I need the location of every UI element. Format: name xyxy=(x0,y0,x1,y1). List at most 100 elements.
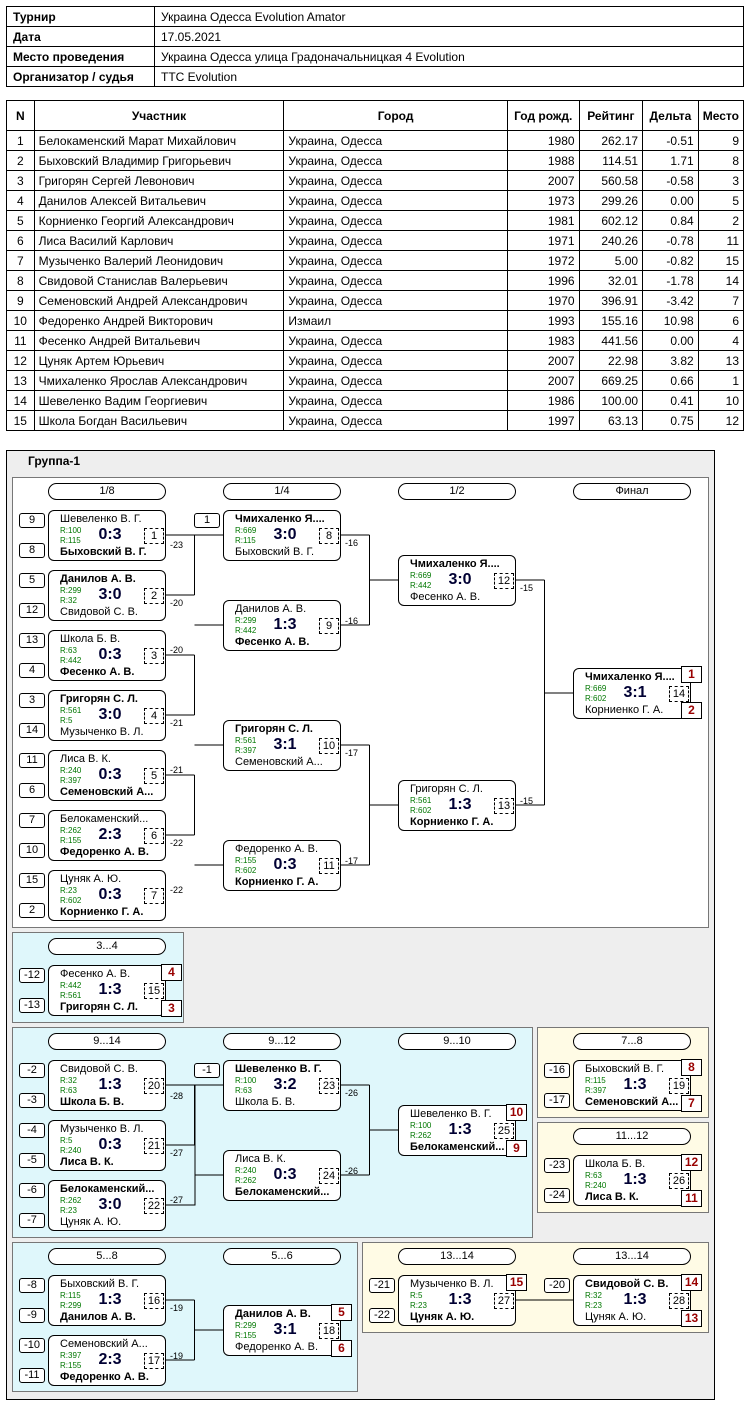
table-cell: 560.58 xyxy=(578,170,644,191)
player-rating: R:115 xyxy=(60,536,81,545)
group-title: Группа-1 xyxy=(28,454,81,468)
match-score: 1:3 xyxy=(623,1171,647,1188)
table-row: 8 Свидовой Станислав Валерьевич Украина, О… xyxy=(6,270,745,291)
table-cell: 3.82 xyxy=(642,350,699,371)
table-cell: 12 xyxy=(6,350,35,371)
seed-box: -8 xyxy=(19,1278,45,1293)
player-name: Григорян С. Л. xyxy=(410,783,483,795)
table-cell: Цуняк Артем Юрьевич xyxy=(33,350,285,371)
player-rating: R:669 xyxy=(235,526,257,535)
place-badge: 14 xyxy=(681,1274,702,1291)
player-name: Федоренко А. В. xyxy=(60,1371,149,1383)
table-cell: 100.00 xyxy=(578,390,644,411)
info-row: Дата 17.05.2021 xyxy=(6,26,744,47)
match-score: 3:0 xyxy=(98,586,122,603)
match-score: 3:0 xyxy=(98,706,122,723)
loser-label: -27 xyxy=(170,1195,184,1205)
table-cell: 299.26 xyxy=(578,190,644,211)
table-cell: Лиса Василий Карлович xyxy=(33,230,285,251)
match-number: 23 xyxy=(319,1078,339,1094)
match-box: Григорян С. Л. R:561 R:397 Семеновский А...… xyxy=(223,720,341,771)
player-name: Школа Б. В. xyxy=(235,1096,296,1108)
info-value: TTC Evolution xyxy=(154,66,744,87)
match-box: Семеновский А... R:397 R:155 Федоренко А. В… xyxy=(48,1335,166,1386)
table-cell: 0.75 xyxy=(642,410,699,431)
table-cell: 0.84 xyxy=(642,210,699,231)
tournament-info-table: Турнир Украина Одесса Evolution Amator Дат… xyxy=(6,6,744,87)
stage-header: Финал xyxy=(573,483,691,500)
match-box: Свидовой С. В. R:32 R:63 Школа Б. В. 1:3 20 xyxy=(48,1060,166,1111)
player-name: Федоренко А. В. xyxy=(60,846,149,858)
table-cell: Быховский Владимир Григорьевич xyxy=(33,150,285,171)
match-box: Быховский В. Г. R:115 R:299 Данилов А. В. 1:… xyxy=(48,1275,166,1326)
table-cell: Украина, Одесса xyxy=(283,230,508,251)
table-cell: 5 xyxy=(697,190,745,211)
player-name: Свидовой С. В. xyxy=(60,606,138,618)
player-name: Корниенко Г. А. xyxy=(60,906,144,918)
stage-header: 7...8 xyxy=(573,1033,691,1050)
match-number: 3 xyxy=(144,648,164,664)
player-name: Шевеленко В. Г. xyxy=(235,1063,322,1075)
match-score: 1:3 xyxy=(448,1121,472,1138)
table-row: 6 Лиса Василий Карлович Украина, Одесса 197… xyxy=(6,230,745,251)
player-rating: R:32 xyxy=(60,596,77,605)
match-box: Лиса В. К. R:240 R:397 Семеновский А... 0:3 5 xyxy=(48,750,166,801)
table-cell: Фесенко Андрей Витальевич xyxy=(33,330,285,351)
place-badge: 12 xyxy=(681,1154,702,1171)
match-number: 11 xyxy=(319,858,339,874)
seed-box: -23 xyxy=(544,1158,570,1173)
table-cell: 63.13 xyxy=(578,410,644,431)
match-box: Лиса В. К. R:240 R:262 Белокаменский... 0:3 2… xyxy=(223,1150,341,1201)
player-name: Григорян С. Л. xyxy=(60,1001,138,1013)
seed-box: 3 xyxy=(19,693,45,708)
table-cell: 1.71 xyxy=(642,150,699,171)
player-name: Музыченко В. Л. xyxy=(60,726,144,738)
place-badge: 6 xyxy=(331,1340,352,1357)
player-rating: R:602 xyxy=(585,694,607,703)
table-cell: 7 xyxy=(697,290,745,311)
info-row: Турнир Украина Одесса Evolution Amator xyxy=(6,6,744,27)
loser-label: -28 xyxy=(170,1091,184,1101)
player-name: Фесенко А. В. xyxy=(60,666,135,678)
table-cell: Музыченко Валерий Леонидович xyxy=(33,250,285,271)
match-score: 1:3 xyxy=(98,1076,122,1093)
player-rating: R:155 xyxy=(60,1361,82,1370)
table-row: 5 Корниенко Георгий Александрович Украина,… xyxy=(6,210,745,231)
match-score: 3:0 xyxy=(98,1196,122,1213)
table-cell: 0.00 xyxy=(642,330,699,351)
table-row: 14 Шевеленко Вадим Георгиевич Украина, Оде… xyxy=(6,390,745,411)
table-cell: Корниенко Георгий Александрович xyxy=(33,210,285,231)
table-cell: 114.51 xyxy=(578,150,644,171)
table-cell: -0.51 xyxy=(642,130,699,151)
column-header: Город xyxy=(283,100,508,131)
stage-header: 13...14 xyxy=(573,1248,691,1265)
match-score: 0:3 xyxy=(273,856,297,873)
player-rating: R:155 xyxy=(60,836,82,845)
table-cell: 6 xyxy=(697,310,745,331)
loser-label: -15 xyxy=(520,796,534,806)
info-row: Организатор / судья TTC Evolution xyxy=(6,66,744,87)
info-key: Место проведения xyxy=(6,46,155,67)
player-name: Шевеленко В. Г. xyxy=(410,1108,492,1120)
loser-label: -19 xyxy=(170,1351,184,1361)
match-number: 9 xyxy=(319,618,339,634)
place-badge: 2 xyxy=(681,702,702,719)
player-name: Музыченко В. Л. xyxy=(410,1278,494,1290)
player-rating: R:262 xyxy=(60,1196,82,1205)
table-cell: 14 xyxy=(6,390,35,411)
table-cell: 1970 xyxy=(506,290,580,311)
table-cell: Украина, Одесса xyxy=(283,290,508,311)
player-rating: R:63 xyxy=(60,1086,77,1095)
match-number: 4 xyxy=(144,708,164,724)
table-cell: 11 xyxy=(697,230,745,251)
player-rating: R:561 xyxy=(60,706,82,715)
match-box: Школа Б. В. R:63 R:240 Лиса В. К. 1:3 26 xyxy=(573,1155,691,1206)
player-rating: R:23 xyxy=(60,1206,77,1215)
player-rating: R:23 xyxy=(585,1301,602,1310)
player-name: Данилов А. В. xyxy=(60,1311,136,1323)
column-header: Год рожд. xyxy=(506,100,580,131)
player-name: Лиса В. К. xyxy=(60,1156,114,1168)
player-name: Данилов А. В. xyxy=(235,603,307,615)
table-cell: 10 xyxy=(697,390,745,411)
match-box: Музыченко В. Л. R:5 R:240 Лиса В. К. 0:3 21 xyxy=(48,1120,166,1171)
